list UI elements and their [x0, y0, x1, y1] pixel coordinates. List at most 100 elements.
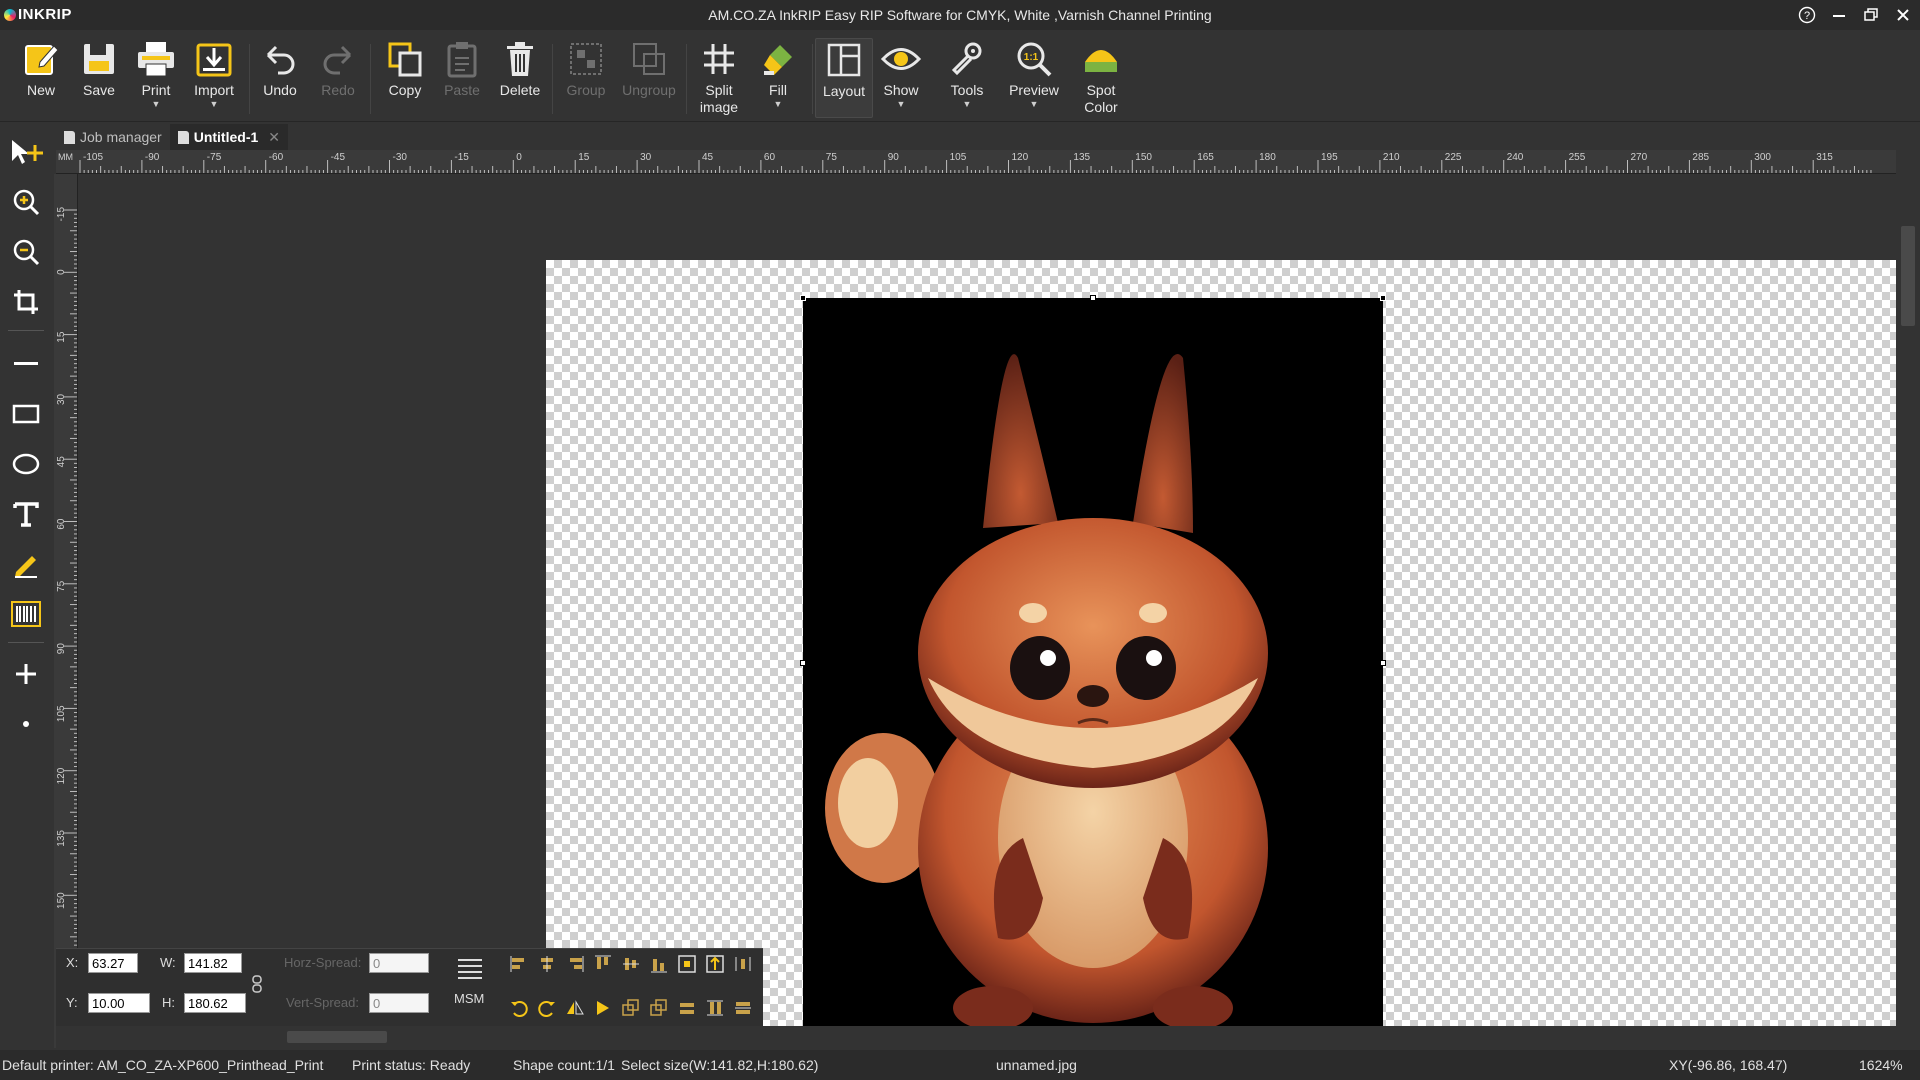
- tools-button[interactable]: Tools ▼: [939, 38, 995, 120]
- print-dropdown-icon[interactable]: ▼: [152, 100, 161, 109]
- vertical-scroll-thumb[interactable]: [1901, 226, 1915, 326]
- point-tool-icon[interactable]: [6, 704, 46, 744]
- center-on-page-icon[interactable]: [676, 953, 698, 975]
- rectangle-tool-icon[interactable]: [6, 394, 46, 434]
- lock-ratio-icon[interactable]: [246, 973, 268, 995]
- distribute-icon[interactable]: [732, 953, 754, 975]
- print-button[interactable]: Print ▼: [128, 38, 184, 120]
- ruler-unit: MM: [58, 152, 73, 162]
- split-image-button[interactable]: Split image: [691, 38, 747, 120]
- horz-spread-input[interactable]: [369, 953, 429, 973]
- tools-dropdown-icon[interactable]: ▼: [963, 100, 972, 109]
- ungroup-button[interactable]: Ungroup: [621, 38, 677, 120]
- restore-button[interactable]: [1860, 4, 1882, 26]
- align-top-icon[interactable]: [592, 953, 614, 975]
- line-tool-icon[interactable]: [6, 344, 46, 384]
- crop-icon[interactable]: [6, 282, 46, 322]
- fill-dropdown-icon[interactable]: ▼: [774, 100, 783, 109]
- ruler-label: 135: [1073, 152, 1090, 163]
- resize-handle-ne[interactable]: [1380, 295, 1386, 301]
- y-input[interactable]: [88, 993, 150, 1013]
- resize-handle-w[interactable]: [800, 660, 806, 666]
- rotate-right-icon[interactable]: [536, 997, 558, 1019]
- paste-button[interactable]: Paste: [434, 38, 490, 120]
- vert-spread-label: Vert-Spread:: [286, 995, 359, 1010]
- placed-image-fox[interactable]: [803, 298, 1383, 1027]
- preview-button[interactable]: 1:1 Preview ▼: [1006, 38, 1062, 120]
- zoom-out-icon[interactable]: [6, 232, 46, 272]
- resize-handle-n[interactable]: [1090, 295, 1096, 301]
- spot-color-label-2: Color: [1084, 99, 1118, 115]
- barcode-tool-icon[interactable]: [6, 594, 46, 634]
- align-left-icon[interactable]: [508, 953, 530, 975]
- close-tab-icon[interactable]: ✕: [268, 129, 280, 146]
- layout-button[interactable]: Layout: [815, 38, 873, 118]
- fill-button[interactable]: Fill ▼: [750, 38, 806, 120]
- tab-job-manager[interactable]: Job manager: [56, 124, 170, 150]
- minimize-button[interactable]: [1828, 4, 1850, 26]
- tab-label: Untitled-1: [193, 129, 259, 145]
- same-width-icon[interactable]: [676, 997, 698, 1019]
- vert-spread-input[interactable]: [369, 993, 429, 1013]
- ruler-label: 15: [578, 152, 590, 163]
- close-button[interactable]: [1892, 4, 1914, 26]
- horizontal-scrollbar[interactable]: [56, 1026, 1896, 1048]
- align-menu-icon[interactable]: [455, 957, 485, 979]
- resize-handle-e[interactable]: [1380, 660, 1386, 666]
- ruler-label: 255: [1569, 152, 1586, 163]
- align-center-h-icon[interactable]: [536, 953, 558, 975]
- copy-button[interactable]: Copy: [377, 38, 433, 120]
- x-input[interactable]: [88, 953, 138, 973]
- show-button[interactable]: Show ▼: [873, 38, 929, 120]
- spot-color-button[interactable]: Spot Color: [1073, 38, 1129, 120]
- align-right-icon[interactable]: [564, 953, 586, 975]
- show-dropdown-icon[interactable]: ▼: [897, 100, 906, 109]
- ellipse-tool-icon[interactable]: [6, 444, 46, 484]
- delete-button[interactable]: Delete: [492, 38, 548, 120]
- text-tool-icon[interactable]: [6, 494, 46, 534]
- undo-label: Undo: [263, 82, 297, 98]
- import-button[interactable]: Import ▼: [186, 38, 242, 120]
- grid-icon: [698, 38, 740, 80]
- undo-button[interactable]: Undo: [252, 38, 308, 120]
- height-input[interactable]: [184, 993, 246, 1013]
- print-label: Print: [141, 82, 171, 98]
- save-button[interactable]: Save: [71, 38, 127, 120]
- vertical-scrollbar[interactable]: [1896, 150, 1920, 1026]
- zoom-in-icon[interactable]: [6, 182, 46, 222]
- help-icon[interactable]: ?: [1796, 4, 1818, 26]
- preview-dropdown-icon[interactable]: ▼: [1030, 100, 1039, 109]
- wrench-icon: [946, 38, 988, 80]
- group-button[interactable]: Group: [558, 38, 614, 120]
- tab-untitled-1[interactable]: Untitled-1 ✕: [169, 124, 289, 150]
- h-label: H:: [162, 995, 175, 1010]
- ruler-label: 300: [1754, 152, 1771, 163]
- same-height-icon[interactable]: [704, 997, 726, 1019]
- new-button[interactable]: New: [13, 38, 69, 120]
- pencil-tool-icon[interactable]: [6, 544, 46, 584]
- send-backward-icon[interactable]: [648, 997, 670, 1019]
- ruler-label: 105: [950, 152, 967, 163]
- fox-illustration: [825, 354, 1268, 1027]
- same-size-icon[interactable]: [732, 997, 754, 1019]
- add-icon[interactable]: [6, 654, 46, 694]
- align-middle-v-icon[interactable]: [620, 953, 642, 975]
- flip-horizontal-icon[interactable]: [564, 997, 586, 1019]
- new-label: New: [26, 82, 55, 98]
- document-icon: [177, 130, 189, 144]
- align-bottom-icon[interactable]: [648, 953, 670, 975]
- rotate-left-icon[interactable]: [508, 997, 530, 1019]
- ruler-label: 75: [826, 152, 838, 163]
- horizontal-scroll-thumb[interactable]: [287, 1031, 387, 1043]
- resize-handle-nw[interactable]: [800, 295, 806, 301]
- select-tool-icon[interactable]: [6, 132, 46, 172]
- ruler-label: 15: [56, 331, 67, 343]
- import-dropdown-icon[interactable]: ▼: [210, 100, 219, 109]
- redo-button[interactable]: Redo: [310, 38, 366, 120]
- bring-forward-icon[interactable]: [620, 997, 642, 1019]
- fit-to-page-icon[interactable]: [704, 953, 726, 975]
- canvas-workspace[interactable]: [78, 175, 1896, 1027]
- flip-vertical-icon[interactable]: [592, 997, 614, 1019]
- paint-brush-icon: [757, 38, 799, 80]
- width-input[interactable]: [184, 953, 242, 973]
